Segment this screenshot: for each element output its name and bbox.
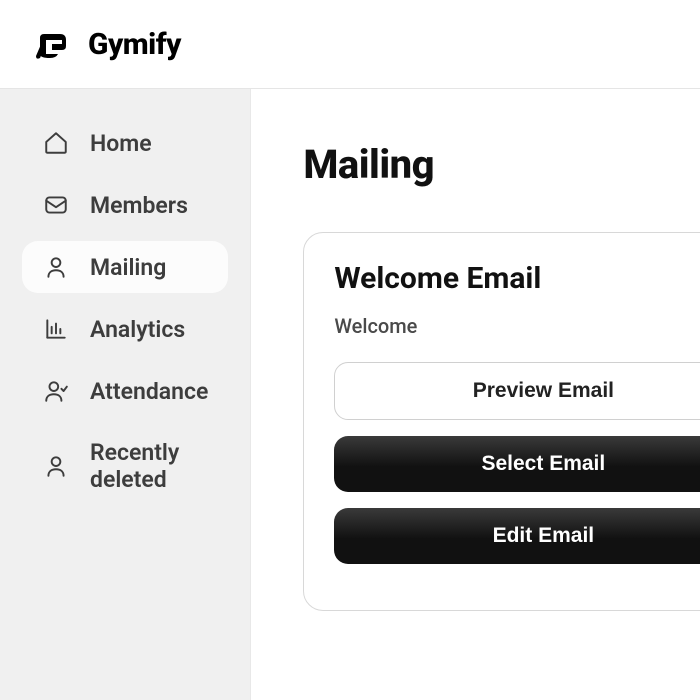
layout: Home Members Mailing — [0, 89, 700, 700]
sidebar-item-label: Members — [90, 192, 188, 219]
sidebar-item-home[interactable]: Home — [22, 117, 228, 169]
bar-chart-icon — [42, 315, 70, 343]
edit-email-button[interactable]: Edit Email — [334, 508, 700, 564]
app-header: Gymify — [0, 0, 700, 89]
preview-email-button[interactable]: Preview Email — [334, 362, 700, 420]
home-icon — [42, 129, 70, 157]
sidebar-item-analytics[interactable]: Analytics — [22, 303, 228, 355]
select-email-button[interactable]: Select Email — [334, 436, 700, 492]
page-title: Mailing — [303, 141, 700, 188]
sidebar-item-attendance[interactable]: Attendance — [22, 365, 228, 417]
mail-icon — [42, 191, 70, 219]
brand-logo-icon — [32, 24, 72, 64]
sidebar-item-mailing[interactable]: Mailing — [22, 241, 228, 293]
sidebar-item-recently-deleted[interactable]: Recently deleted — [22, 427, 228, 505]
person-check-icon — [42, 377, 70, 405]
sidebar-item-label: Mailing — [90, 254, 166, 281]
sidebar-item-label: Home — [90, 130, 152, 157]
sidebar-item-members[interactable]: Members — [22, 179, 228, 231]
welcome-email-card: Welcome Email Welcome Preview Email Sele… — [303, 232, 700, 611]
card-subtitle: Welcome — [334, 314, 700, 338]
main-content: Mailing Welcome Email Welcome Preview Em… — [251, 89, 700, 700]
sidebar-item-label: Analytics — [90, 316, 185, 343]
brand-name: Gymify — [88, 27, 181, 62]
sidebar-item-label: Recently deleted — [90, 439, 208, 493]
sidebar: Home Members Mailing — [0, 89, 251, 700]
person-outline-icon — [42, 452, 70, 480]
sidebar-item-label: Attendance — [90, 378, 208, 405]
person-icon — [42, 253, 70, 281]
card-title: Welcome Email — [334, 261, 700, 296]
